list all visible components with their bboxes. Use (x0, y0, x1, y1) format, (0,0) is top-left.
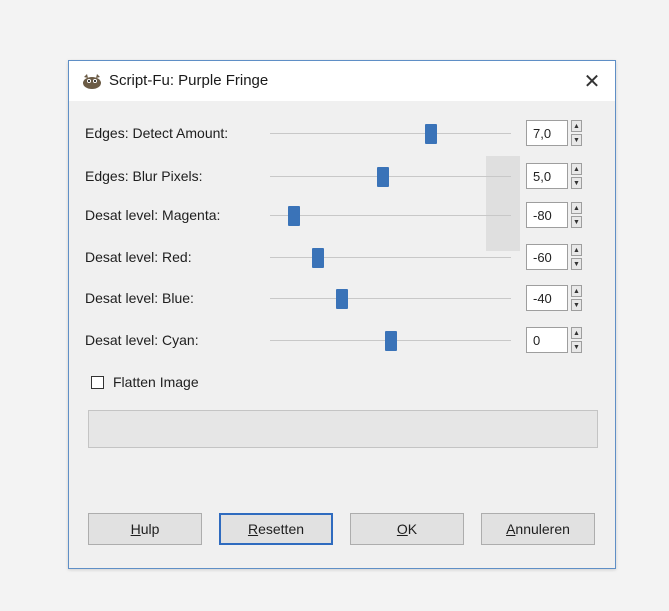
flatten-image-option[interactable]: Flatten Image (91, 372, 199, 392)
spin-button[interactable]: -60 ▲ ▼ (526, 244, 582, 272)
button-label-rest: ulp (140, 521, 160, 537)
slider-track[interactable] (270, 331, 511, 351)
button-label-rest: esetten (258, 521, 305, 537)
spin-up-icon[interactable]: ▲ (571, 327, 582, 339)
cancel-button[interactable]: Annuleren (481, 513, 595, 545)
spin-button[interactable]: 5,0 ▲ ▼ (526, 163, 582, 191)
reset-button[interactable]: Resetten (219, 513, 333, 545)
param-label: Desat level: Magenta: (85, 207, 221, 223)
gimp-icon (83, 74, 101, 89)
spin-button[interactable]: -80 ▲ ▼ (526, 202, 582, 230)
slider-track[interactable] (270, 289, 511, 309)
ok-button[interactable]: OK (350, 513, 464, 545)
flatten-image-label: Flatten Image (113, 374, 199, 390)
spin-value-field[interactable]: 7,0 (526, 120, 568, 146)
slider-track[interactable] (270, 248, 511, 268)
param-row-desat-magenta: Desat level: Magenta: -80 ▲ ▼ (69, 199, 615, 233)
param-row-detect-amount: Edges: Detect Amount: 7,0 ▲ ▼ (69, 117, 615, 151)
spin-button[interactable]: -40 ▲ ▼ (526, 285, 582, 313)
slider-thumb[interactable] (384, 331, 397, 351)
spin-down-icon[interactable]: ▼ (571, 341, 582, 353)
spin-down-icon[interactable]: ▼ (571, 258, 582, 270)
button-label-rest: nnuleren (515, 521, 570, 537)
spin-value-field[interactable]: -40 (526, 285, 568, 311)
spin-value-field[interactable]: -80 (526, 202, 568, 228)
param-label: Edges: Blur Pixels: (85, 168, 203, 184)
progress-bar (88, 410, 598, 448)
dialog-title: Script-Fu: Purple Fringe (109, 72, 269, 89)
param-label: Desat level: Cyan: (85, 332, 199, 348)
spin-button[interactable]: 0 ▲ ▼ (526, 327, 582, 355)
script-fu-dialog: Script-Fu: Purple Fringe ✕ Edges: Detect… (68, 60, 616, 569)
spin-value-field[interactable]: -60 (526, 244, 568, 270)
param-label: Edges: Detect Amount: (85, 125, 229, 141)
slider-thumb[interactable] (336, 289, 349, 309)
spin-down-icon[interactable]: ▼ (571, 299, 582, 311)
spin-up-icon[interactable]: ▲ (571, 244, 582, 256)
slider-thumb[interactable] (425, 124, 438, 144)
spin-down-icon[interactable]: ▼ (571, 216, 582, 228)
slider-thumb[interactable] (312, 248, 325, 268)
param-row-desat-blue: Desat level: Blue: -40 ▲ ▼ (69, 282, 615, 316)
mnemonic-letter: A (506, 521, 516, 537)
mnemonic-letter: O (396, 521, 408, 537)
spin-down-icon[interactable]: ▼ (571, 134, 582, 146)
title-bar: Script-Fu: Purple Fringe ✕ (69, 61, 615, 101)
help-button[interactable]: Hulp (88, 513, 202, 545)
slider-track[interactable] (270, 124, 511, 144)
param-row-blur-pixels: Edges: Blur Pixels: 5,0 ▲ ▼ (69, 160, 615, 194)
spin-up-icon[interactable]: ▲ (571, 202, 582, 214)
param-row-desat-red: Desat level: Red: -60 ▲ ▼ (69, 241, 615, 275)
slider-track[interactable] (270, 167, 511, 187)
spin-up-icon[interactable]: ▲ (571, 163, 582, 175)
spin-button[interactable]: 7,0 ▲ ▼ (526, 120, 582, 148)
spin-down-icon[interactable]: ▼ (571, 177, 582, 189)
button-label-rest: K (407, 521, 418, 537)
slider-thumb[interactable] (288, 206, 301, 226)
spin-value-field[interactable]: 0 (526, 327, 568, 353)
mnemonic-letter: H (130, 521, 141, 537)
param-row-desat-cyan: Desat level: Cyan: 0 ▲ ▼ (69, 324, 615, 358)
param-label: Desat level: Red: (85, 249, 192, 265)
close-icon[interactable]: ✕ (569, 61, 615, 101)
slider-track[interactable] (270, 206, 511, 226)
spin-up-icon[interactable]: ▲ (571, 285, 582, 297)
slider-thumb[interactable] (377, 167, 390, 187)
param-label: Desat level: Blue: (85, 290, 194, 306)
spin-value-field[interactable]: 5,0 (526, 163, 568, 189)
mnemonic-letter: R (247, 521, 259, 537)
spin-up-icon[interactable]: ▲ (571, 120, 582, 132)
flatten-image-checkbox[interactable] (91, 375, 104, 389)
